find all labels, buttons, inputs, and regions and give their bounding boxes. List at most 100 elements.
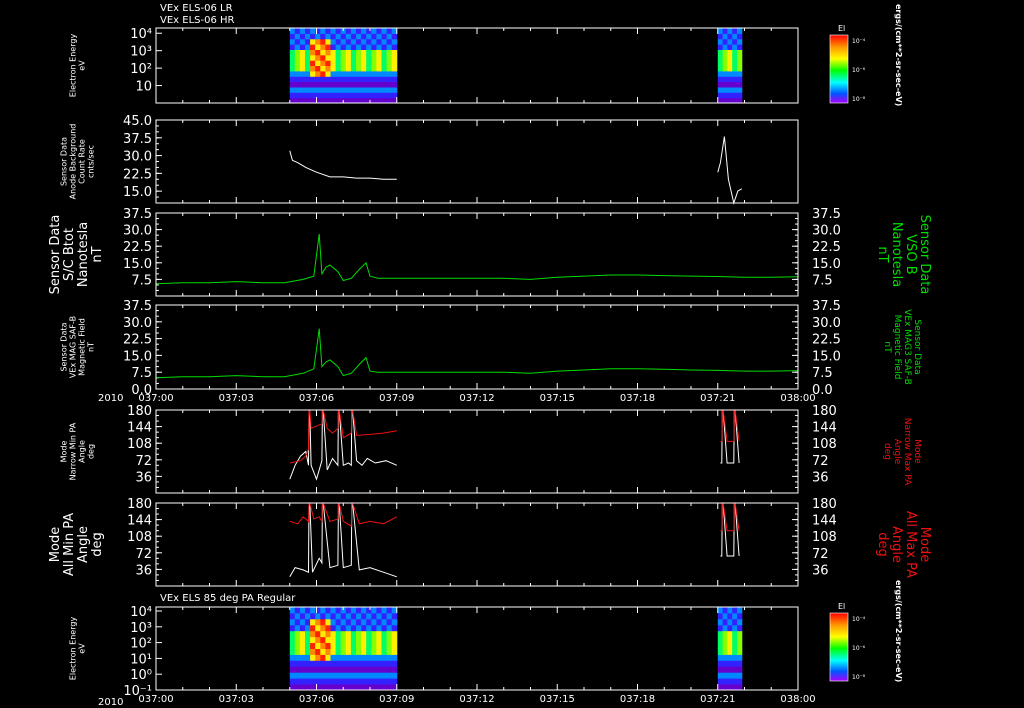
colorbar-top-tick-1: 10⁻⁴	[852, 38, 866, 45]
y-tick-label-right: 72	[812, 454, 829, 469]
year-label-2: 2010	[98, 697, 123, 708]
colorbar-bottom-units: ergs/(cm**2-sr-sec-eV)	[894, 580, 903, 682]
panel-3-ylabel: nT	[90, 246, 105, 262]
time-tick-label: 037:00	[138, 694, 173, 705]
y-tick-label-right: 36	[812, 470, 829, 485]
y-tick-label-right: 15.0	[812, 349, 841, 364]
colorbar-top-title: El	[838, 24, 845, 33]
time-tick-label: 037:21	[700, 694, 735, 705]
panel-4-ylabel-right: Sensor Data	[912, 319, 922, 374]
panel-5-frame	[155, 409, 799, 494]
colorbar-bottom-tick-2: 10⁻⁶	[852, 645, 866, 652]
panel-1-frame	[155, 27, 799, 104]
panel-5-series-2	[289, 409, 397, 464]
panel-3-ylabel-right: Nanotesla	[889, 222, 904, 287]
y-tick-label-right: 144	[812, 514, 837, 529]
time-tick-label: 037:03	[219, 393, 254, 404]
time-tick-label: 037:09	[379, 694, 414, 705]
y-tick-label-right: 7.5	[812, 366, 833, 381]
time-tick-label: 037:15	[540, 393, 575, 404]
y-tick-label: 180	[127, 404, 152, 419]
panel-7-ylabel: Electron Energy	[69, 617, 78, 681]
y-tick-label: 37.5	[123, 207, 152, 222]
y-tick-label: 15.0	[123, 257, 152, 272]
y-tick-label: 10¹	[130, 652, 152, 667]
title-line-2: VEx ELS-06 HR	[160, 15, 235, 26]
panel-2-frame	[155, 119, 799, 204]
panel-7-ylabel: eV	[78, 643, 87, 654]
y-tick-label-right: 37.5	[812, 207, 841, 222]
y-tick-label: 108	[127, 530, 152, 545]
panel-5-series-1	[289, 409, 397, 481]
panel-2-series-2	[717, 136, 743, 205]
y-tick-label-right: 22.5	[812, 240, 841, 255]
time-tick-label: 037:06	[299, 393, 334, 404]
panel-5-ylabel: Mode	[60, 441, 69, 463]
panel-6-ylabel: Mode	[48, 527, 63, 562]
y-tick-label: 10⁰	[130, 668, 152, 683]
panel-4-ylabel: Magnetic Field	[78, 318, 87, 376]
time-tick-label: 037:06	[299, 694, 334, 705]
y-tick-label-right: 15.0	[812, 257, 841, 272]
y-tick-label-right: 22.5	[812, 333, 841, 348]
y-tick-label-right: 30.0	[812, 224, 841, 239]
y-tick-label: 72	[135, 454, 152, 469]
y-tick-label: 10	[135, 80, 152, 95]
colorbar-top-tick-2: 10⁻⁶	[852, 67, 866, 74]
panel-6-ylabel-right: deg	[875, 532, 890, 557]
panel-5-ylabel-right: Narrow Max PA	[902, 418, 912, 486]
panel-1-spectrogram-block-1	[289, 28, 398, 104]
y-tick-label-right: 180	[812, 404, 837, 419]
panel-6-ylabel-right: Mode	[917, 527, 932, 562]
y-tick-label: 7.5	[131, 366, 152, 381]
y-tick-label: 10³	[130, 45, 152, 60]
y-tick-label: 15.0	[123, 349, 152, 364]
y-tick-label: 36	[135, 470, 152, 485]
panel-5-ylabel-right: Angle	[892, 439, 902, 465]
panel-5-ylabel-right: Mode	[912, 439, 922, 464]
panel-6-ylabel-right: All Max PA	[903, 511, 918, 578]
time-tick-label: 037:12	[459, 393, 494, 404]
panel-3-series-1	[155, 233, 799, 285]
panel-2-ylabel: Count Rate	[78, 139, 87, 184]
colorbar-top-scale	[830, 35, 848, 103]
panel-4-ylabel-right: Magnetic Field	[892, 315, 902, 380]
y-tick-label-right: 30.0	[812, 316, 841, 331]
y-tick-label: 180	[127, 497, 152, 512]
y-tick-label: 30.0	[123, 224, 152, 239]
panel-5-ylabel: deg	[87, 444, 96, 459]
plot-stage: VEx ELS-06 LR VEx ELS-06 HR VEx ELS 85 d…	[48, 3, 932, 708]
y-tick-label: 37.5	[123, 132, 152, 147]
time-tick-label: 038:00	[780, 393, 815, 404]
colorbar-top-units: ergs/(cm**2-sr-sec-eV)	[894, 4, 903, 106]
y-tick-label-right: 144	[812, 421, 837, 436]
panel-3-ylabel-right: Sensor Data	[917, 215, 932, 295]
panel-3-frame	[155, 212, 799, 297]
panel-4-ylabel: VEx MAG SAF-B	[69, 316, 78, 378]
y-tick-label-right: 108	[812, 437, 837, 452]
time-tick-label: 037:03	[219, 694, 254, 705]
colorbar-top: El 10⁻⁴ 10⁻⁶ 10⁻⁸ ergs/(cm**2-sr-sec-eV)	[829, 4, 903, 106]
colorbar-top-tick-3: 10⁻⁸	[852, 96, 866, 103]
y-tick-label-right: 36	[812, 563, 829, 578]
y-tick-label: 30.0	[123, 150, 152, 165]
panel-3-ylabel: Sensor Data	[48, 215, 63, 295]
panel-4-ylabel-right: nT	[882, 341, 892, 353]
y-tick-label: 22.5	[123, 167, 152, 182]
panel-3-ylabel: S/C Btot	[62, 228, 77, 281]
y-tick-label: 22.5	[123, 240, 152, 255]
y-tick-label: 30.0	[123, 316, 152, 331]
time-tick-label: 037:00	[138, 393, 173, 404]
y-tick-label-right: 7.5	[812, 273, 833, 288]
panel-4-series-1	[155, 328, 799, 379]
panel-1-ylabel: Electron Energy	[69, 34, 78, 98]
panel-5-ylabel: Angle	[78, 440, 87, 463]
time-tick-label: 037:18	[620, 393, 655, 404]
panel-6-frame	[155, 502, 799, 587]
colorbar-bottom-scale	[830, 613, 848, 681]
time-tick-label: 037:21	[700, 393, 735, 404]
colorbar-bottom-title: El	[838, 602, 845, 611]
panel-1-ylabel: eV	[78, 60, 87, 71]
y-tick-label-right: 180	[812, 497, 837, 512]
time-tick-label: 037:12	[459, 694, 494, 705]
